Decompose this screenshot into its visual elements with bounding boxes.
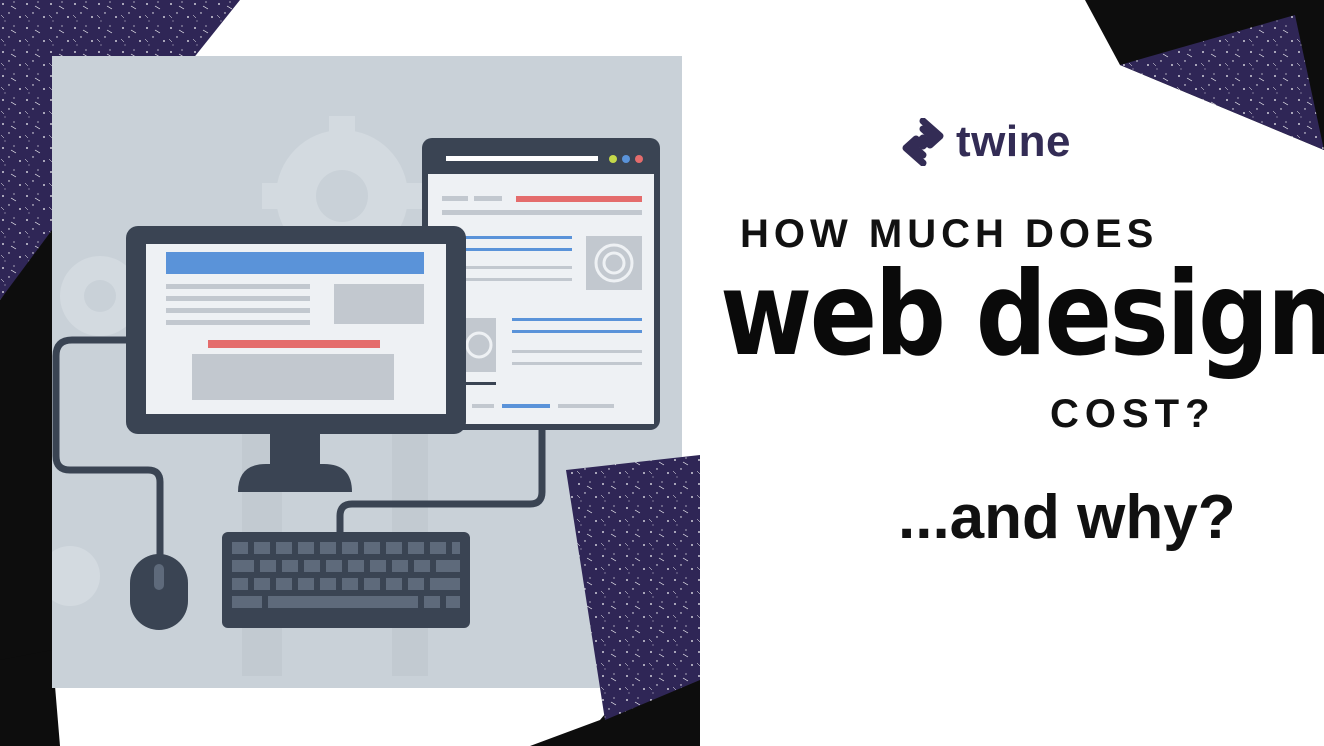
brand-name: twine <box>956 117 1071 166</box>
twine-logo-icon <box>902 118 944 166</box>
headline-line-2: web design <box>720 247 1324 382</box>
center-purple-shape <box>566 455 700 720</box>
headline-line-3: COST? <box>1050 392 1216 436</box>
brand-logo: twine <box>900 118 1071 166</box>
headline-line-4: ...and why? <box>898 483 1236 552</box>
banner: twine HOW MUCH DOES web design COST? ...… <box>0 0 1324 746</box>
